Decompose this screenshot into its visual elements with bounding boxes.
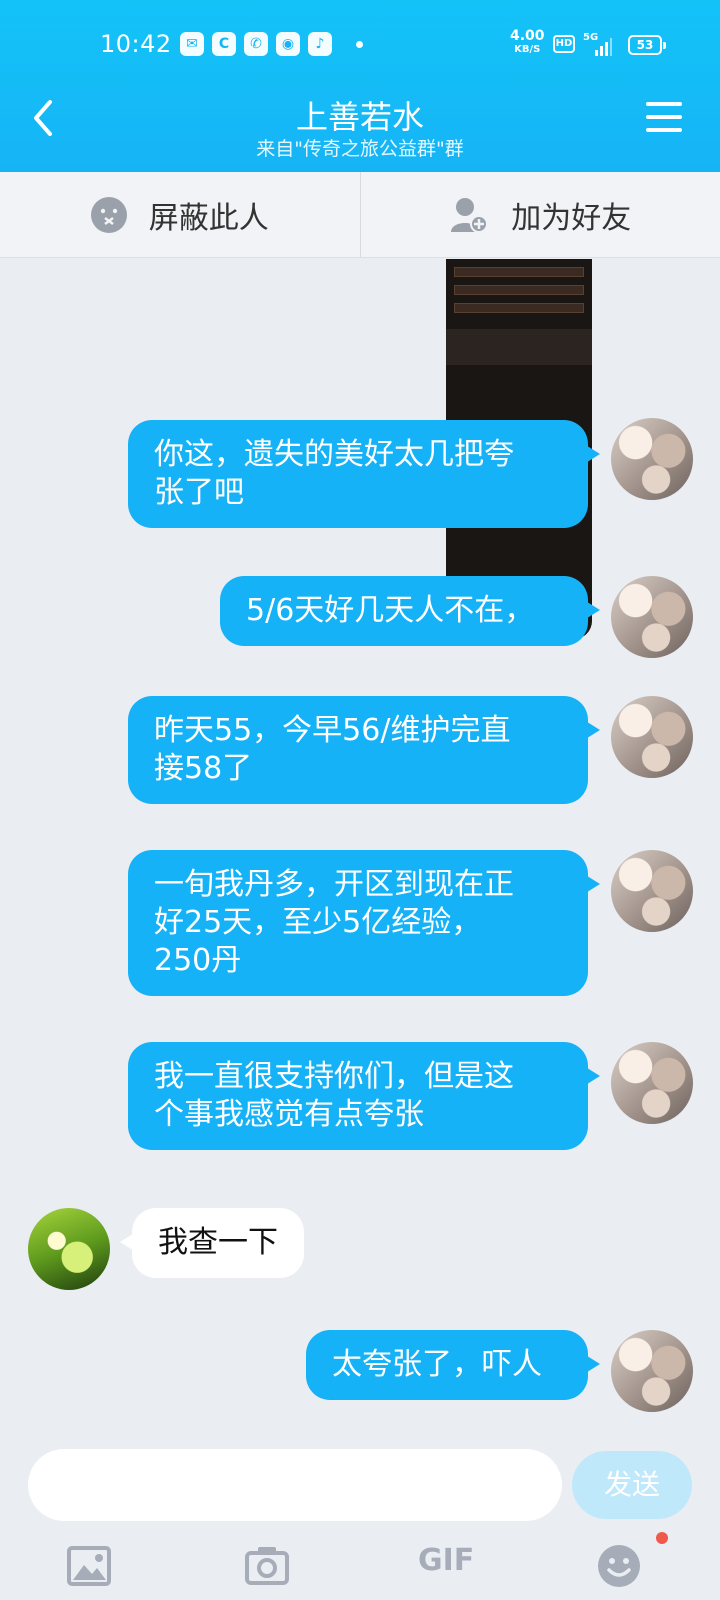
add-friend-button[interactable]: 加为好友 [361, 172, 720, 257]
chat-area[interactable]: 你这，遗失的美好太几把夸 张了吧 5/6天好几天人不在， 昨天55，今早56/维… [0, 259, 720, 1439]
menu-icon[interactable] [646, 102, 682, 136]
my-avatar[interactable] [611, 576, 693, 658]
more-notifications-dot [356, 40, 363, 48]
message-in[interactable]: 我查一下 [120, 1208, 304, 1278]
message-out[interactable]: 你这，遗失的美好太几把夸 张了吧 [128, 420, 600, 528]
my-avatar[interactable] [611, 1330, 693, 1412]
gif-icon[interactable]: GIF [418, 1543, 478, 1589]
page-subtitle: 来自"传奇之旅公益群"群 [256, 138, 464, 160]
network-speed: 4.00 KB/S [510, 28, 545, 55]
tiktok-icon: ♪ [308, 32, 332, 56]
message-out[interactable]: 太夸张了，吓人 [306, 1330, 600, 1400]
message-out[interactable]: 一旬我丹多，开区到现在正 好25天，至少5亿经验， 250丹 [128, 850, 600, 996]
message-bubble: 你这，遗失的美好太几把夸 张了吧 [128, 420, 600, 528]
notification-dot [656, 1532, 668, 1544]
browser-icon: ◉ [276, 32, 300, 56]
app-header: 10:42 ✉ C ✆ ◉ ♪ 4.00 KB/S HD 5G 53 上善若水 … [0, 0, 720, 172]
phone-icon: ✆ [244, 32, 268, 56]
emoji-icon[interactable] [596, 1543, 642, 1589]
message-bubble: 5/6天好几天人不在， [220, 576, 600, 646]
my-avatar[interactable] [611, 418, 693, 500]
message-bubble: 我一直很支持你们，但是这 个事我感觉有点夸张 [128, 1042, 600, 1150]
app-notification-icon: C [212, 32, 236, 56]
page-title: 上善若水 [295, 98, 424, 136]
hd-badge: HD [553, 35, 575, 53]
profile-action-bar: 屏蔽此人 加为好友 [0, 172, 720, 258]
notification-icons: ✉ C ✆ ◉ ♪ [180, 32, 363, 56]
my-avatar[interactable] [611, 1042, 693, 1124]
send-button[interactable]: 发送 [572, 1451, 692, 1519]
block-icon [90, 196, 127, 233]
image-icon[interactable] [66, 1543, 112, 1589]
camera-icon[interactable] [244, 1543, 290, 1589]
signal-icon [595, 38, 612, 56]
message-bubble: 一旬我丹多，开区到现在正 好25天，至少5亿经验， 250丹 [128, 850, 600, 996]
wechat-icon: ✉ [180, 32, 204, 56]
message-out[interactable]: 昨天55，今早56/维护完直 接58了 [128, 696, 600, 804]
block-user-button[interactable]: 屏蔽此人 [0, 172, 360, 257]
add-friend-icon [451, 197, 489, 233]
input-area: 发送 GIF [0, 1439, 720, 1600]
message-input[interactable] [28, 1449, 562, 1521]
block-user-label: 屏蔽此人 [148, 200, 269, 236]
battery-icon: 53 [628, 35, 666, 55]
sender-avatar[interactable] [28, 1208, 110, 1290]
message-out[interactable]: 5/6天好几天人不在， [220, 576, 600, 646]
status-time: 10:42 [100, 30, 172, 58]
my-avatar[interactable] [611, 850, 693, 932]
add-friend-label: 加为好友 [511, 200, 632, 236]
message-bubble: 太夸张了，吓人 [306, 1330, 600, 1400]
my-avatar[interactable] [611, 696, 693, 778]
message-out[interactable]: 我一直很支持你们，但是这 个事我感觉有点夸张 [128, 1042, 600, 1150]
message-bubble: 昨天55，今早56/维护完直 接58了 [128, 696, 600, 804]
message-bubble: 我查一下 [120, 1208, 304, 1278]
status-bar: 10:42 ✉ C ✆ ◉ ♪ 4.00 KB/S HD 5G 53 [0, 0, 720, 88]
